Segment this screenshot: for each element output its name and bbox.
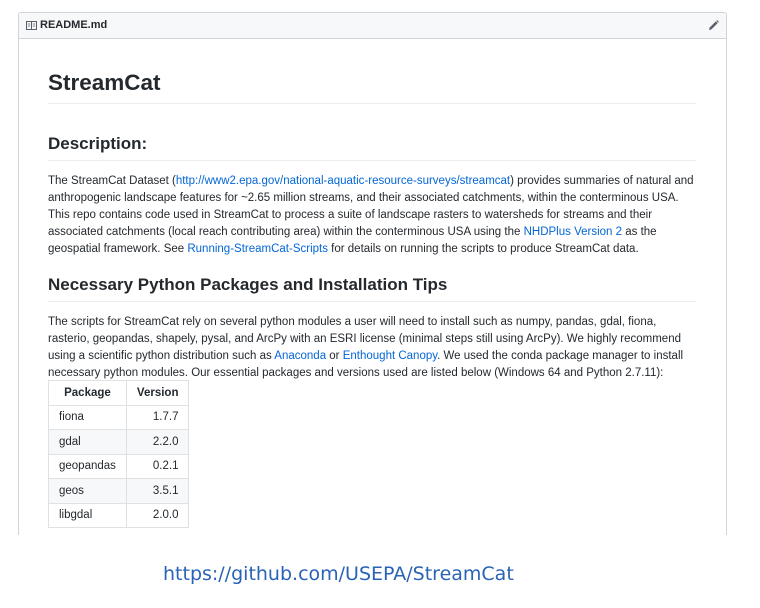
table-header-row: Package Version [48,380,190,406]
book-icon [26,21,37,30]
table-row: gdal 2.2.0 [48,429,190,455]
table-row: libgdal 2.0.0 [48,502,190,528]
package-cell: geos [48,478,127,504]
column-header-version: Version [125,380,190,406]
version-cell: 3.5.1 [125,478,190,504]
github-repo-link[interactable]: https://github.com/USEPA/StreamCat [163,563,514,585]
packages-paragraph: The scripts for StreamCat rely on severa… [48,314,698,382]
package-cell: fiona [48,404,127,430]
version-cell: 2.0.0 [125,502,190,528]
readme-filename: README.md [40,19,108,31]
version-cell: 2.2.0 [125,429,190,455]
table-row: geos 3.5.1 [48,478,190,504]
version-cell: 1.7.7 [125,404,190,430]
anaconda-link[interactable]: Anaconda [274,350,326,362]
package-cell: gdal [48,429,127,455]
version-cell: 0.2.1 [125,453,190,479]
table-row: geopandas 0.2.1 [48,453,190,479]
description-text-1: The StreamCat Dataset ( [48,175,176,187]
table-row: fiona 1.7.7 [48,404,190,430]
pencil-icon[interactable] [708,20,719,31]
packages-heading: Necessary Python Packages and Installati… [48,274,696,302]
readme-panel: README.md StreamCat Description: The Str… [18,12,727,535]
nhdplus-link[interactable]: NHDPlus Version 2 [524,226,622,238]
enthought-canopy-link[interactable]: Enthought Canopy [343,350,437,362]
running-scripts-link[interactable]: Running-StreamCat-Scripts [187,243,328,255]
packages-table: Package Version fiona 1.7.7 gdal 2.2.0 g… [48,380,190,528]
description-text-4: for details on running the scripts to pr… [327,243,639,255]
description-heading: Description: [48,133,696,161]
column-header-package: Package [48,380,127,406]
epa-streamcat-link[interactable]: http://www2.epa.gov/national-aquatic-res… [176,175,510,187]
package-cell: geopandas [48,453,127,479]
page-title: StreamCat [48,69,696,104]
packages-text-2: or [326,350,343,362]
package-cell: libgdal [48,502,127,528]
description-paragraph: The StreamCat Dataset (http://www2.epa.g… [48,173,698,258]
readme-header: README.md [19,13,726,39]
